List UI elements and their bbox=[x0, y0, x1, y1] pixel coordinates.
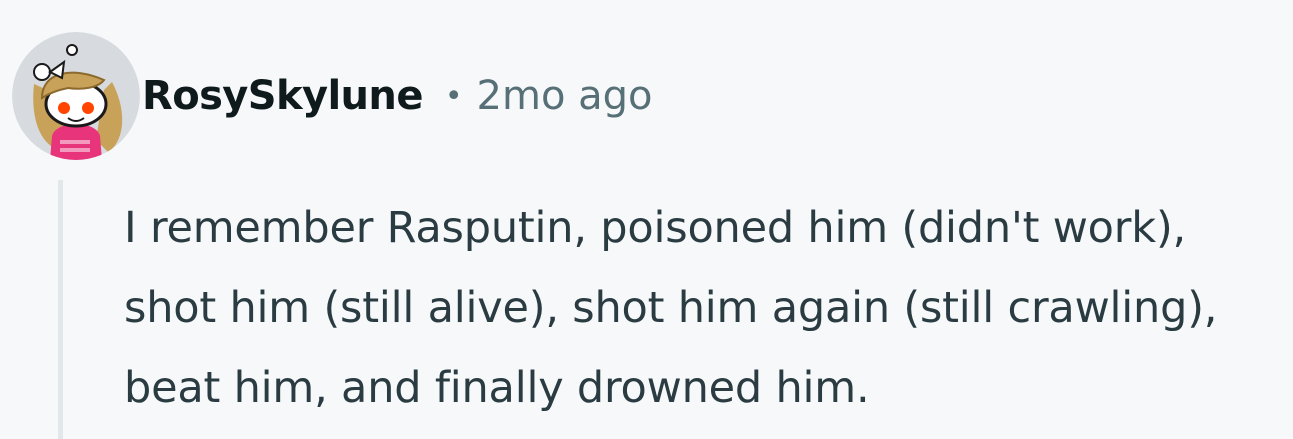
reddit-snoo-avatar-icon bbox=[12, 32, 140, 160]
comment-timestamp[interactable]: 2mo ago bbox=[477, 73, 653, 119]
thread-line[interactable] bbox=[58, 180, 63, 439]
meta-separator: • bbox=[444, 78, 463, 114]
user-avatar[interactable] bbox=[12, 32, 140, 160]
comment-header: RosySkylune • 2mo ago bbox=[142, 72, 653, 120]
comment-body: I remember Rasputin, poisoned him (didn'… bbox=[124, 203, 1218, 413]
comment: RosySkylune • 2mo ago I remember Rasputi… bbox=[0, 0, 1293, 439]
username-link[interactable]: RosySkylune bbox=[142, 73, 423, 119]
